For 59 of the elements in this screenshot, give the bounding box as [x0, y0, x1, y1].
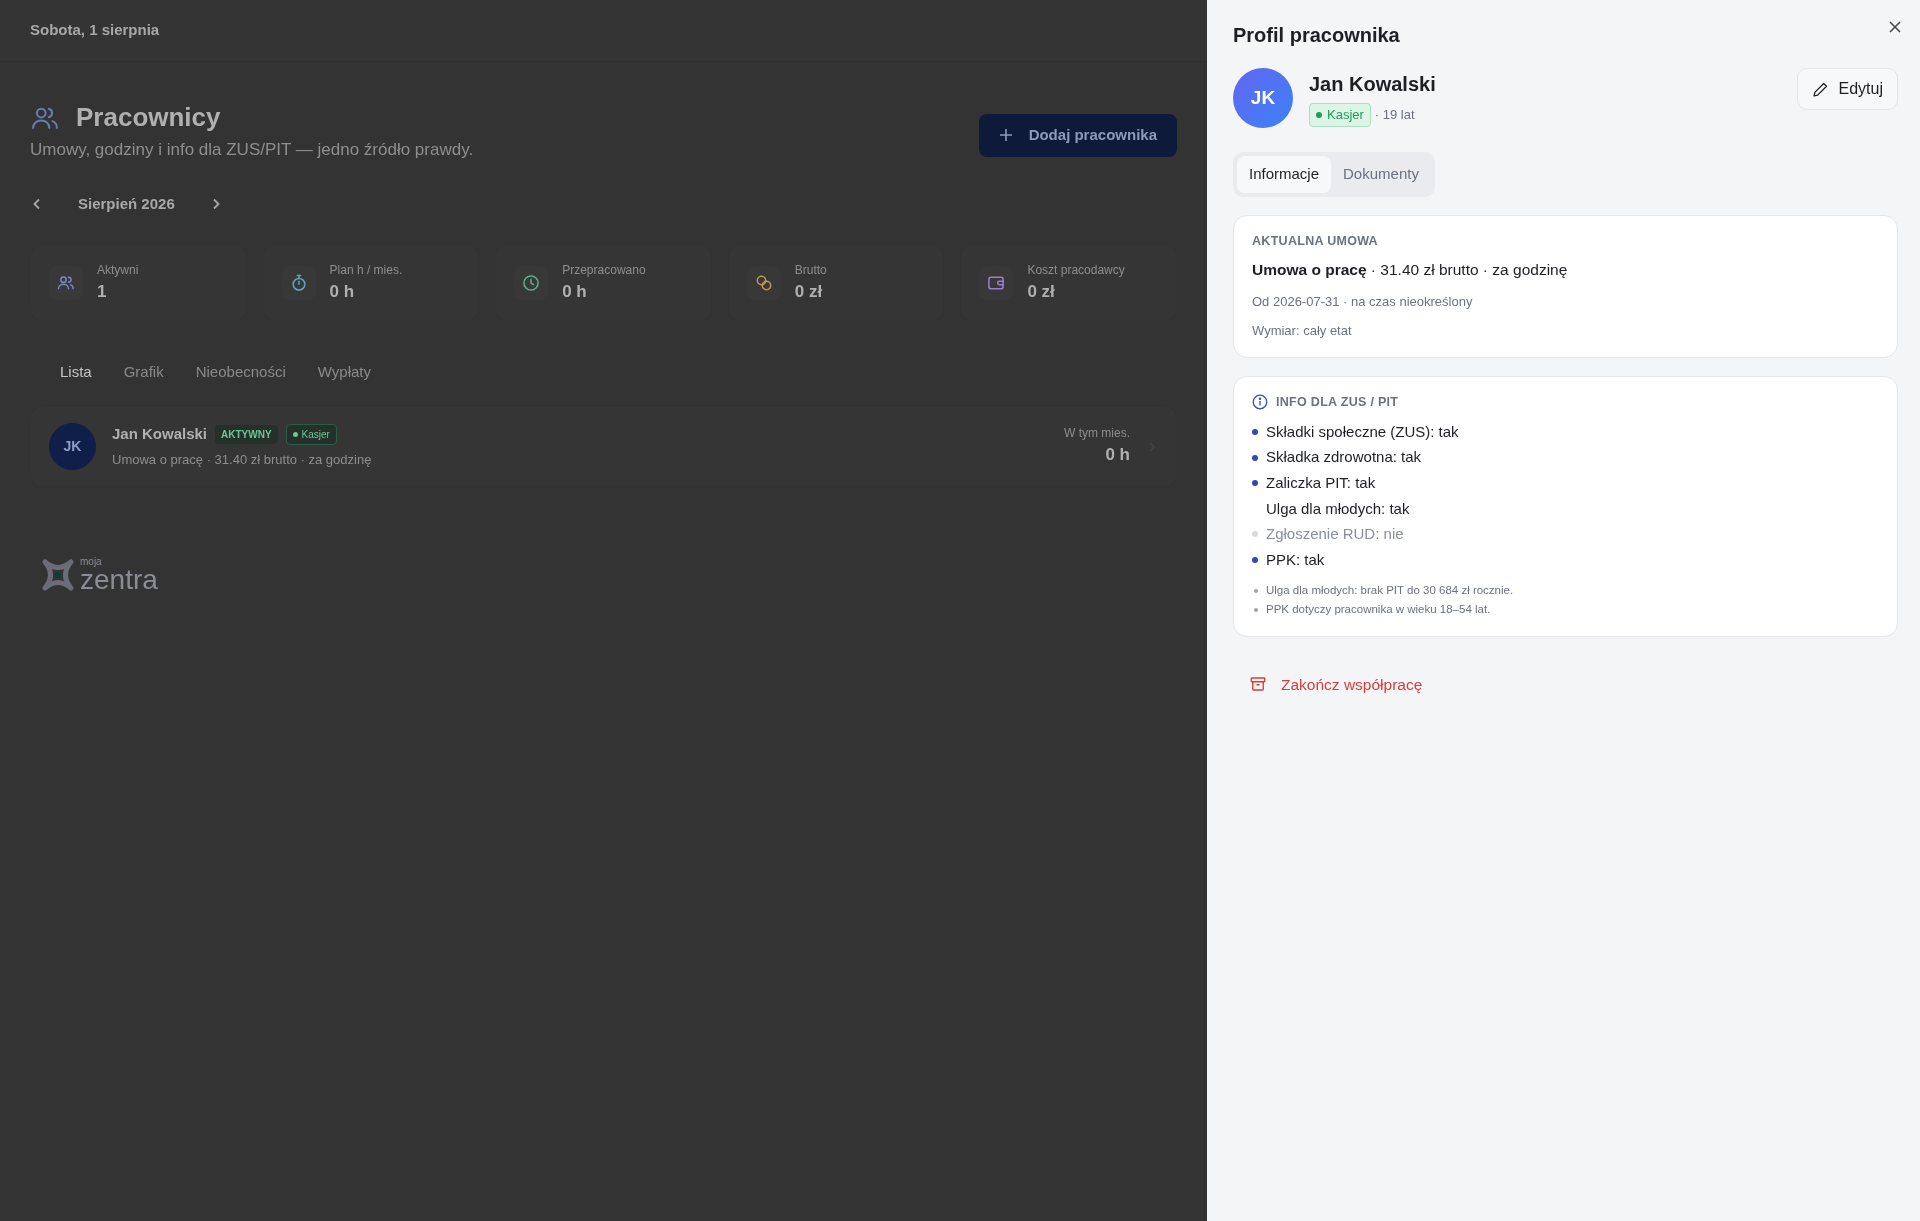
logo-tagline: moja	[80, 556, 103, 567]
archive-icon	[1249, 675, 1267, 694]
stat-label: Plan h / mies.	[329, 262, 403, 280]
tab[interactable]: Nieobecności	[181, 355, 300, 390]
tab[interactable]: Wypłaty	[303, 355, 385, 390]
tab[interactable]: Dokumenty	[1331, 156, 1431, 193]
stat-value: 0 h	[562, 281, 588, 304]
contract-summary: Umowa o pracę · 31.40 zł brutto · za godzinę	[1252, 260, 1569, 281]
hours-label: W tym mies.	[1064, 425, 1130, 443]
status-badge: AKTYWNY	[215, 424, 278, 444]
date-label: Sobota, 1 sierpnia	[30, 20, 160, 41]
section-heading: INFO DLA ZUS / PIT	[1276, 393, 1399, 411]
tab[interactable]: Grafik	[109, 355, 178, 390]
people-icon	[56, 273, 76, 293]
note-text: Ulga dla młodych: brak PIT do 30 684 zł rocznie.	[1266, 582, 1514, 598]
stat-value: 0 h	[329, 281, 356, 304]
contract-dates: Od 2026-07-31 · na czas nieokreślony	[1252, 292, 1474, 311]
stat-value: 0 zł	[794, 281, 824, 304]
pencil-icon	[1811, 80, 1829, 98]
contract-summary: Umowa o pracę · 31.40 zł brutto · za godzinę	[112, 450, 373, 469]
info-icon	[1252, 393, 1268, 410]
age-label: · 19 lat	[1374, 106, 1415, 125]
tax-info-item: Zgłoszenie RUD: nie	[1266, 524, 1404, 545]
note-text: PPK dotyczy pracownika w wieku 18–54 lat.	[1266, 602, 1491, 618]
avatar: JK	[1233, 68, 1293, 128]
stat-label: Przepracowano	[562, 262, 646, 280]
clock-icon	[521, 273, 542, 293]
tab[interactable]: Informacje	[1237, 156, 1332, 193]
tax-info-item: Zaliczka PIT: tak	[1266, 473, 1376, 493]
logo-icon	[40, 556, 76, 593]
wallet-icon	[986, 273, 1007, 293]
stat-label: Koszt pracodawcy	[1027, 262, 1125, 280]
drawer-title: Profil pracownika	[1233, 23, 1400, 48]
add-employee-button[interactable]: Dodaj pracownika	[978, 114, 1177, 157]
close-icon	[1888, 19, 1902, 34]
logo-wordmark: zentra	[80, 566, 158, 593]
stat-value: 1	[97, 281, 108, 304]
tax-info-item: Składka zdrowotna: tak	[1266, 447, 1422, 468]
end-cooperation-button[interactable]: Zakończ współpracę	[1249, 672, 1423, 697]
employee-name: Jan Kowalski	[112, 424, 208, 444]
tax-info-item: PPK: tak	[1266, 549, 1325, 570]
role-badge: Kasjer	[285, 423, 337, 445]
page-title: Pracownicy	[76, 101, 221, 134]
contract-scope: Wymiar: cały etat	[1252, 322, 1353, 340]
employee-name: Jan Kowalski	[1309, 72, 1436, 98]
stat-value: 0 zł	[1027, 281, 1056, 304]
plus-icon	[998, 128, 1013, 143]
edit-button[interactable]: Edytuj	[1796, 68, 1898, 110]
avatar: JK	[49, 422, 96, 470]
stat-label: Aktywni	[97, 262, 139, 280]
month-label: Sierpień 2026	[78, 193, 175, 214]
role-badge: Kasjer	[1309, 103, 1371, 127]
hours-value: 0 h	[1104, 444, 1130, 467]
tax-info-item: Ulga dla młodych: tak	[1266, 498, 1410, 519]
section-heading: AKTUALNA UMOWA	[1252, 232, 1379, 250]
tax-info-item: Składki społeczne (ZUS): tak	[1266, 421, 1459, 442]
tab[interactable]: Lista	[46, 355, 106, 390]
stat-label: Brutto	[794, 262, 827, 280]
page-subtitle: Umowy, godziny i info dla ZUS/PIT — jedno źródło prawdy.	[30, 139, 474, 161]
